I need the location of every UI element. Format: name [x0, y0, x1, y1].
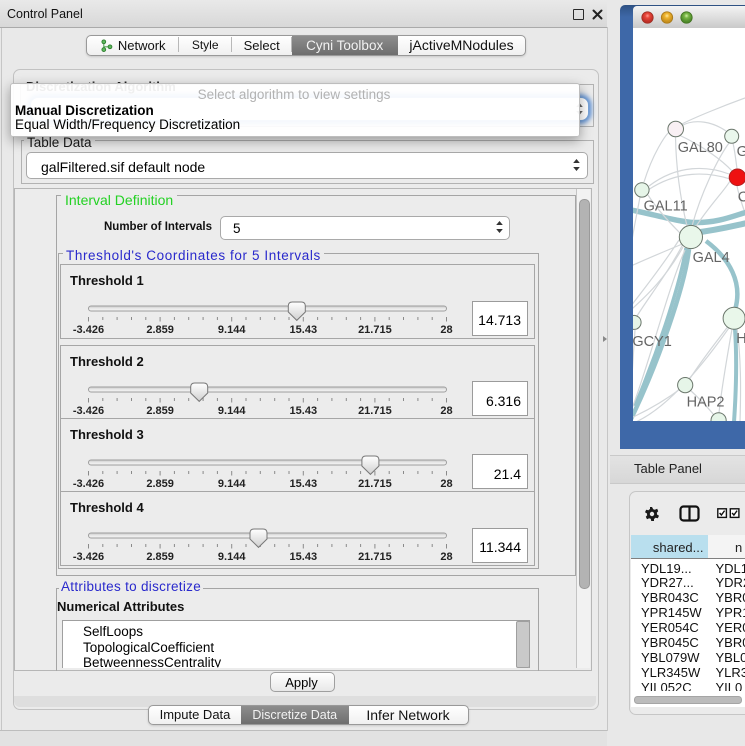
- svg-text:G: G: [736, 144, 745, 160]
- svg-text:GAL80: GAL80: [677, 140, 722, 156]
- svg-text:GCY1: GCY1: [633, 334, 672, 350]
- svg-text:GAL11: GAL11: [643, 198, 687, 214]
- svg-text:HAP2: HAP2: [686, 394, 724, 410]
- svg-text:GAL4: GAL4: [692, 250, 729, 266]
- svg-text:C: C: [737, 189, 745, 205]
- svg-text:H: H: [736, 331, 745, 347]
